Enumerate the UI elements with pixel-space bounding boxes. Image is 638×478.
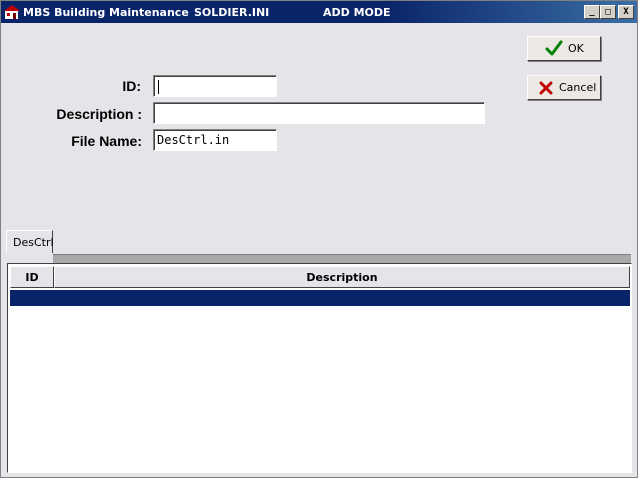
cancel-label: Cancel: [559, 81, 597, 94]
description-label: Description :: [56, 106, 142, 122]
options-grid[interactable]: ID Description gfr | Option 1: [7, 263, 632, 473]
ok-button[interactable]: OK: [527, 36, 601, 61]
filename-field[interactable]: DesCtrl.in: [153, 129, 277, 151]
minimize-button[interactable]: _: [584, 5, 600, 19]
tab-label: DesCtrl: [13, 236, 54, 249]
maximize-button[interactable]: □: [600, 5, 616, 19]
column-header-description[interactable]: Description: [54, 266, 630, 288]
id-label: ID:: [122, 78, 141, 94]
id-field[interactable]: [153, 75, 277, 97]
table-row[interactable]: gfr | Option 1: [10, 290, 630, 353]
cell-description: Option 1: [67, 339, 125, 353]
app-title: MBS Building Maintenance: [23, 6, 189, 19]
main-window: MBS Building Maintenance SOLDIER.INI ADD…: [0, 0, 638, 478]
cell-id: gfr: [12, 307, 34, 321]
mode-title: ADD MODE: [323, 6, 391, 19]
column-header-id[interactable]: ID: [10, 266, 54, 288]
close-button[interactable]: X: [618, 5, 634, 19]
x-icon: [539, 81, 553, 95]
ok-label: OK: [568, 42, 584, 55]
tab-desctrl[interactable]: DesCtrl: [6, 230, 54, 253]
app-icon: [4, 5, 20, 19]
cancel-button[interactable]: Cancel: [527, 75, 601, 100]
description-field[interactable]: [153, 102, 485, 124]
title-bar[interactable]: MBS Building Maintenance SOLDIER.INI ADD…: [1, 1, 637, 23]
tab-strip: [53, 254, 631, 263]
cell-separator: |: [50, 323, 58, 337]
filename-value: DesCtrl.in: [157, 133, 230, 147]
file-title: SOLDIER.INI: [194, 6, 270, 19]
checkmark-icon: [545, 40, 563, 56]
text-caret: [158, 79, 159, 94]
filename-label: File Name:: [71, 133, 142, 149]
